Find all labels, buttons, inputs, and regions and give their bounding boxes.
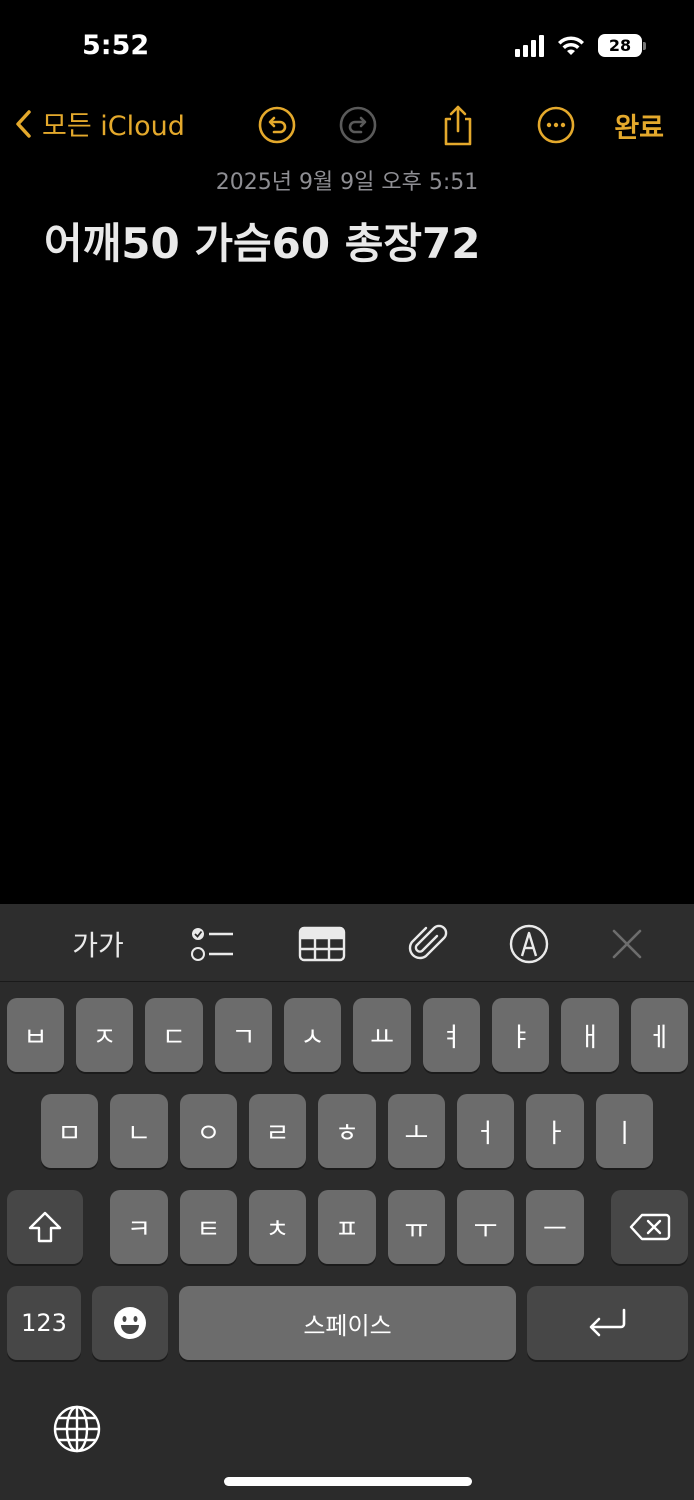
key-ae[interactable]: ㅐ <box>561 998 619 1072</box>
share-icon <box>444 105 472 146</box>
undo-button[interactable] <box>256 104 298 146</box>
done-button[interactable]: 완료 <box>614 106 664 145</box>
redo-button[interactable] <box>337 104 379 146</box>
keyboard-toolbar: 가가 <box>0 904 694 982</box>
return-icon <box>589 1308 625 1337</box>
battery-icon: 28 <box>598 34 642 57</box>
key-b[interactable]: ㅂ <box>7 998 64 1072</box>
key-h[interactable]: ㅎ <box>318 1094 376 1168</box>
checklist-button[interactable] <box>188 922 236 966</box>
home-indicator <box>224 1477 472 1486</box>
delete-key[interactable] <box>611 1190 688 1264</box>
key-eu[interactable]: ㅡ <box>526 1190 584 1264</box>
status-bar: 5:52 28 <box>0 0 694 90</box>
table-button[interactable] <box>297 922 347 966</box>
key-s[interactable]: ㅅ <box>284 998 341 1072</box>
key-j[interactable]: ㅈ <box>76 998 133 1072</box>
key-t[interactable]: ㅌ <box>180 1190 237 1264</box>
more-icon <box>537 106 575 144</box>
status-time: 5:52 <box>82 30 150 61</box>
key-k[interactable]: ㅋ <box>110 1190 168 1264</box>
wifi-icon <box>558 35 584 55</box>
shift-key[interactable] <box>7 1190 83 1264</box>
back-label: 모든 iCloud <box>42 111 185 142</box>
numbers-key[interactable]: 123 <box>7 1286 81 1360</box>
redo-icon <box>339 106 377 144</box>
key-ya[interactable]: ㅑ <box>492 998 549 1072</box>
emoji-key[interactable] <box>92 1286 168 1360</box>
shift-icon <box>28 1211 62 1243</box>
nav-bar: 모든 iCloud 완료 <box>0 96 694 152</box>
key-i[interactable]: ㅣ <box>596 1094 653 1168</box>
checklist-icon <box>191 928 233 961</box>
format-label: 가가 <box>72 929 124 962</box>
key-p[interactable]: ㅍ <box>318 1190 376 1264</box>
key-ng[interactable]: ㅇ <box>180 1094 237 1168</box>
key-yo[interactable]: ㅛ <box>353 998 411 1072</box>
more-button[interactable] <box>535 104 577 146</box>
key-yu[interactable]: ㅠ <box>388 1190 445 1264</box>
key-ch[interactable]: ㅊ <box>249 1190 306 1264</box>
close-keyboard-button[interactable] <box>606 922 648 966</box>
keyboard: 가가 ㅂ ㅈ ㄷ ㄱ ㅅ ㅛ ㅕ ㅑ ㅐ ㅔ ㅁ ㄴ ㅇ ㄹ ㅎ ㅗ ㅓ ㅏ ㅣ… <box>0 904 694 1500</box>
share-button[interactable] <box>437 104 479 146</box>
key-d[interactable]: ㄷ <box>145 998 203 1072</box>
table-icon <box>298 926 346 962</box>
battery-cap <box>643 41 646 50</box>
attachment-button[interactable] <box>404 922 452 966</box>
key-g[interactable]: ㄱ <box>215 998 272 1072</box>
note-date: 2025년 9월 9일 오후 5:51 <box>215 170 479 195</box>
space-key[interactable]: 스페이스 <box>179 1286 516 1360</box>
key-m[interactable]: ㅁ <box>41 1094 98 1168</box>
key-a[interactable]: ㅏ <box>526 1094 584 1168</box>
key-u[interactable]: ㅜ <box>457 1190 514 1264</box>
key-n[interactable]: ㄴ <box>110 1094 168 1168</box>
battery-level: 28 <box>608 36 632 55</box>
format-button[interactable]: 가가 <box>68 922 128 966</box>
key-yeo[interactable]: ㅕ <box>423 998 480 1072</box>
status-indicators: 28 <box>515 34 646 57</box>
globe-button[interactable] <box>50 1402 104 1456</box>
undo-icon <box>258 106 296 144</box>
markup-icon <box>509 924 549 964</box>
key-r[interactable]: ㄹ <box>249 1094 306 1168</box>
attachment-icon <box>408 924 448 960</box>
markup-button[interactable] <box>506 922 552 966</box>
chevron-left-icon <box>16 109 31 138</box>
return-key[interactable] <box>527 1286 688 1360</box>
key-e[interactable]: ㅔ <box>631 998 688 1072</box>
key-o[interactable]: ㅗ <box>388 1094 445 1168</box>
close-icon <box>612 929 642 959</box>
key-eo[interactable]: ㅓ <box>457 1094 514 1168</box>
note-title[interactable]: 어깨50 가슴60 총장72 <box>44 210 480 271</box>
emoji-icon <box>114 1307 146 1339</box>
delete-icon <box>629 1213 670 1241</box>
back-button[interactable]: 모든 iCloud <box>14 104 185 143</box>
cellular-signal-icon <box>515 34 544 57</box>
globe-icon <box>53 1405 101 1453</box>
